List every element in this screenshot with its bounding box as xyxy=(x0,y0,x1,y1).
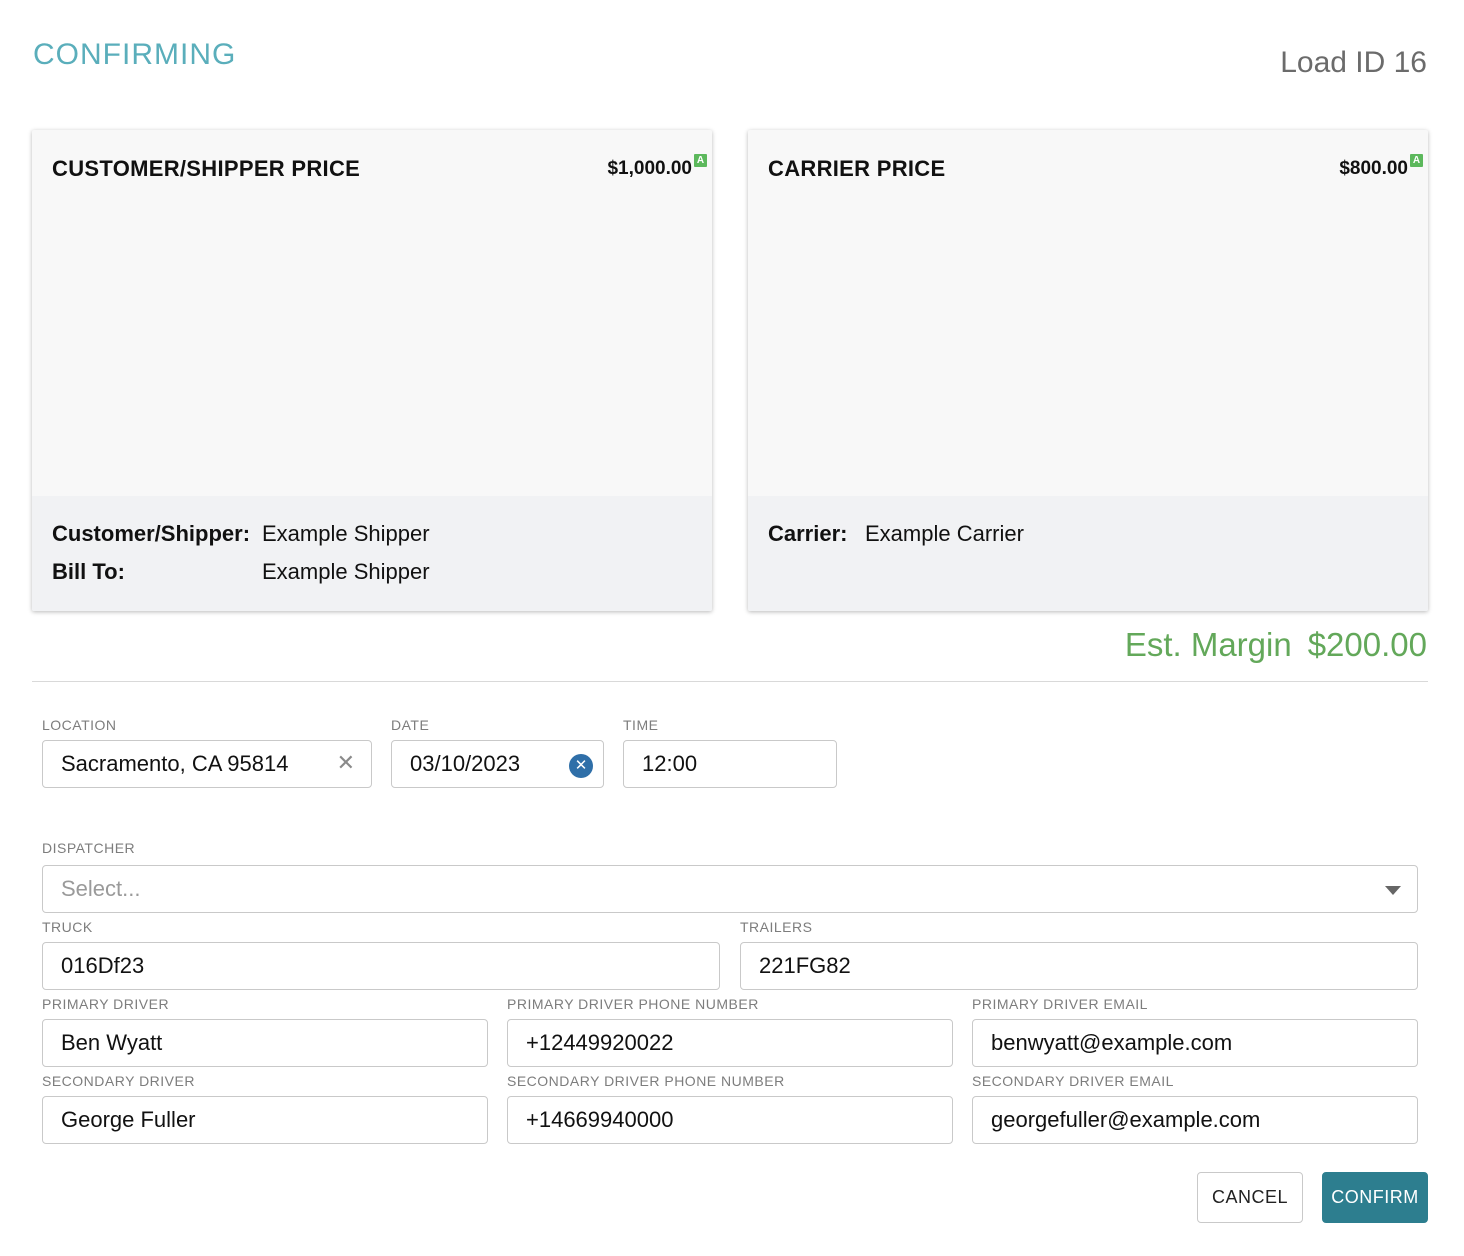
date-field[interactable]: 03/10/2023 ✕ xyxy=(391,740,604,788)
secondary-email-field[interactable]: georgefuller@example.com xyxy=(972,1096,1418,1144)
secondary-email-label: SECONDARY DRIVER EMAIL xyxy=(972,1073,1174,1089)
dispatcher-label: DISPATCHER xyxy=(42,840,136,856)
customer-card-title: CUSTOMER/SHIPPER PRICE xyxy=(52,156,361,181)
location-value: Sacramento, CA 95814 xyxy=(61,751,289,776)
customer-price: $1,000.00 A xyxy=(607,154,707,180)
customer-label: Customer/Shipper: xyxy=(52,521,251,546)
truck-field[interactable]: 016Df23 xyxy=(42,942,720,990)
secondary-driver-value: George Fuller xyxy=(61,1107,196,1132)
primary-phone-label: PRIMARY DRIVER PHONE NUMBER xyxy=(507,996,759,1012)
trailers-field[interactable]: 221FG82 xyxy=(740,942,1418,990)
time-label: TIME xyxy=(623,717,659,733)
carrier-price-value: $800.00 xyxy=(1339,158,1408,179)
carrier-card-title: CARRIER PRICE xyxy=(768,156,946,181)
customer-row: Customer/Shipper: Example Shipper xyxy=(52,521,692,551)
secondary-email-value: georgefuller@example.com xyxy=(991,1107,1261,1132)
est-margin-label: Est. Margin xyxy=(1124,626,1292,663)
primary-phone-field[interactable]: +12449920022 xyxy=(507,1019,953,1067)
time-field[interactable]: 12:00 xyxy=(623,740,837,788)
carrier-card-footer: Carrier: Example Carrier xyxy=(748,496,1428,611)
primary-email-field[interactable]: benwyatt@example.com xyxy=(972,1019,1418,1067)
carrier-price-card: CARRIER PRICE $800.00 A Carrier: Example… xyxy=(748,130,1428,611)
secondary-phone-label: SECONDARY DRIVER PHONE NUMBER xyxy=(507,1073,785,1089)
confirm-button[interactable]: CONFIRM xyxy=(1322,1172,1428,1223)
bill-to-row: Bill To: Example Shipper xyxy=(52,559,692,589)
carrier-label: Carrier: xyxy=(768,521,848,546)
dispatcher-select[interactable]: Select... xyxy=(42,865,1418,913)
primary-driver-field[interactable]: Ben Wyatt xyxy=(42,1019,488,1067)
secondary-phone-field[interactable]: +14669940000 xyxy=(507,1096,953,1144)
dialog-title: CONFIRMING xyxy=(33,38,237,71)
auto-badge-icon: A xyxy=(1410,154,1423,167)
auto-badge-icon: A xyxy=(694,154,707,167)
date-value: 03/10/2023 xyxy=(410,751,521,776)
bill-to-value: Example Shipper xyxy=(262,559,430,584)
primary-driver-value: Ben Wyatt xyxy=(61,1030,163,1055)
truck-label: TRUCK xyxy=(42,919,93,935)
load-id: Load ID 16 xyxy=(1280,46,1427,79)
cancel-button[interactable]: CANCEL xyxy=(1197,1172,1303,1223)
est-margin-value: $200.00 xyxy=(1307,626,1427,663)
chevron-down-icon[interactable] xyxy=(1385,886,1401,895)
bill-to-label: Bill To: xyxy=(52,559,125,584)
customer-price-card: CUSTOMER/SHIPPER PRICE $1,000.00 A Custo… xyxy=(32,130,712,611)
carrier-row: Carrier: Example Carrier xyxy=(768,521,1408,551)
dispatcher-placeholder: Select... xyxy=(61,876,141,901)
primary-email-value: benwyatt@example.com xyxy=(991,1030,1233,1055)
location-field[interactable]: Sacramento, CA 95814 ✕ xyxy=(42,740,372,788)
truck-value: 016Df23 xyxy=(61,953,145,978)
divider xyxy=(32,681,1428,682)
clear-date-icon[interactable]: ✕ xyxy=(569,754,593,778)
trailers-label: TRAILERS xyxy=(740,919,813,935)
secondary-driver-label: SECONDARY DRIVER xyxy=(42,1073,195,1089)
customer-value: Example Shipper xyxy=(262,521,430,546)
carrier-value: Example Carrier xyxy=(865,521,1024,546)
date-label: DATE xyxy=(391,717,430,733)
primary-phone-value: +12449920022 xyxy=(526,1030,674,1055)
clear-location-icon[interactable]: ✕ xyxy=(337,741,355,785)
customer-card-footer: Customer/Shipper: Example Shipper Bill T… xyxy=(32,496,712,611)
carrier-price: $800.00 A xyxy=(1339,154,1423,180)
primary-email-label: PRIMARY DRIVER EMAIL xyxy=(972,996,1148,1012)
customer-price-value: $1,000.00 xyxy=(607,158,692,179)
secondary-phone-value: +14669940000 xyxy=(526,1107,674,1132)
primary-driver-label: PRIMARY DRIVER xyxy=(42,996,170,1012)
location-label: LOCATION xyxy=(42,717,117,733)
secondary-driver-field[interactable]: George Fuller xyxy=(42,1096,488,1144)
est-margin: Est. Margin $200.00 xyxy=(1125,625,1427,665)
trailers-value: 221FG82 xyxy=(759,953,851,978)
time-value: 12:00 xyxy=(642,751,698,776)
